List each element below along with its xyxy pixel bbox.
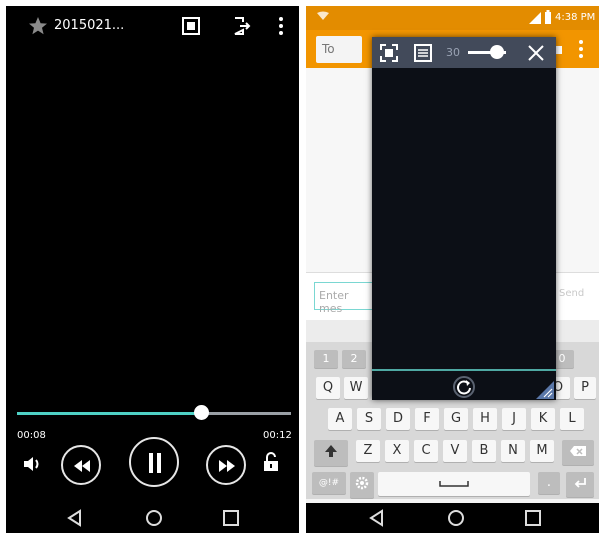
space-icon <box>439 481 469 487</box>
recents-nav-icon[interactable] <box>222 509 240 527</box>
close-icon[interactable] <box>527 44 545 62</box>
exit-icon[interactable] <box>232 16 252 36</box>
key-h[interactable]: H <box>473 408 497 430</box>
rewind-icon <box>74 460 90 472</box>
key-2[interactable]: 2 <box>342 350 366 368</box>
message-placeholder: Enter mes <box>319 289 349 315</box>
backspace-icon <box>570 446 586 456</box>
replay-icon[interactable] <box>452 375 476 399</box>
symbols-key[interactable]: @!# <box>312 472 346 494</box>
notification-icon <box>317 11 329 20</box>
video-player-screen: 2015021... 00:08 00:12 <box>6 6 299 533</box>
key-a[interactable]: A <box>328 408 352 430</box>
elapsed-time: 00:08 <box>17 430 46 441</box>
settings-key[interactable] <box>350 472 374 498</box>
message-input[interactable]: Enter mes <box>314 282 374 315</box>
key-s[interactable]: S <box>357 408 381 430</box>
key-q[interactable]: Q <box>316 377 340 399</box>
period-key[interactable]: . <box>538 472 560 494</box>
unlock-icon[interactable] <box>262 452 280 472</box>
zoom-level: 30 <box>446 46 460 59</box>
popup-window-icon[interactable] <box>182 17 200 35</box>
key-z[interactable]: Z <box>356 440 380 462</box>
key-k[interactable]: K <box>531 408 555 430</box>
playlist-icon[interactable] <box>414 44 432 62</box>
signal-icon <box>529 12 541 24</box>
pause-icon <box>149 453 161 473</box>
enter-icon <box>574 478 586 488</box>
more-vertical-icon[interactable] <box>276 16 286 36</box>
key-x[interactable]: X <box>385 440 409 462</box>
messaging-screen: 4:38 PM To Enter mes Send 1 2 0 Q W O P … <box>306 6 599 533</box>
key-v[interactable]: V <box>443 440 467 462</box>
more-vertical-icon[interactable] <box>576 39 586 59</box>
status-bar: 4:38 PM <box>306 6 599 30</box>
home-nav-icon[interactable] <box>144 508 164 528</box>
backspace-key[interactable] <box>562 440 594 465</box>
enter-key[interactable] <box>566 472 594 497</box>
navigation-bar <box>306 503 599 533</box>
popup-video-area[interactable] <box>372 68 556 369</box>
send-button[interactable]: Send <box>559 288 584 299</box>
key-w[interactable]: W <box>344 377 368 399</box>
key-n[interactable]: N <box>501 440 525 462</box>
popup-video-player[interactable]: 30 <box>372 37 556 400</box>
fast-forward-icon <box>219 460 235 472</box>
status-time: 4:38 PM <box>555 12 596 23</box>
back-nav-icon[interactable] <box>368 509 386 527</box>
recipient-placeholder: To <box>322 42 335 56</box>
recents-nav-icon[interactable] <box>524 509 542 527</box>
video-area[interactable] <box>6 46 299 396</box>
gear-icon <box>355 476 369 490</box>
shift-key[interactable] <box>314 440 348 466</box>
battery-icon <box>545 10 551 24</box>
key-d[interactable]: D <box>386 408 410 430</box>
home-nav-icon[interactable] <box>446 508 466 528</box>
seek-progress <box>17 412 201 415</box>
key-g[interactable]: G <box>444 408 468 430</box>
key-j[interactable]: J <box>502 408 526 430</box>
pause-button[interactable] <box>129 437 179 487</box>
volume-icon[interactable] <box>22 455 42 473</box>
key-c[interactable]: C <box>414 440 438 462</box>
resize-handle-icon[interactable] <box>536 381 554 399</box>
key-1[interactable]: 1 <box>314 350 338 368</box>
shift-icon <box>325 445 337 457</box>
star-icon[interactable] <box>28 16 48 36</box>
key-m[interactable]: M <box>530 440 554 462</box>
popup-footer <box>372 371 556 400</box>
opacity-slider-thumb[interactable] <box>489 45 504 59</box>
back-nav-icon[interactable] <box>66 509 84 527</box>
key-f[interactable]: F <box>415 408 439 430</box>
key-b[interactable]: B <box>472 440 496 462</box>
key-l[interactable]: L <box>560 408 584 430</box>
fullscreen-icon[interactable] <box>380 44 398 62</box>
fast-forward-button[interactable] <box>206 445 246 485</box>
rewind-button[interactable] <box>61 445 101 485</box>
recipient-field[interactable]: To <box>316 36 362 63</box>
space-key[interactable] <box>378 472 530 496</box>
popup-header: 30 <box>372 37 556 68</box>
seek-thumb[interactable] <box>193 405 209 420</box>
video-title: 2015021... <box>54 18 125 33</box>
total-time: 00:12 <box>263 430 292 441</box>
key-p[interactable]: P <box>574 377 596 399</box>
